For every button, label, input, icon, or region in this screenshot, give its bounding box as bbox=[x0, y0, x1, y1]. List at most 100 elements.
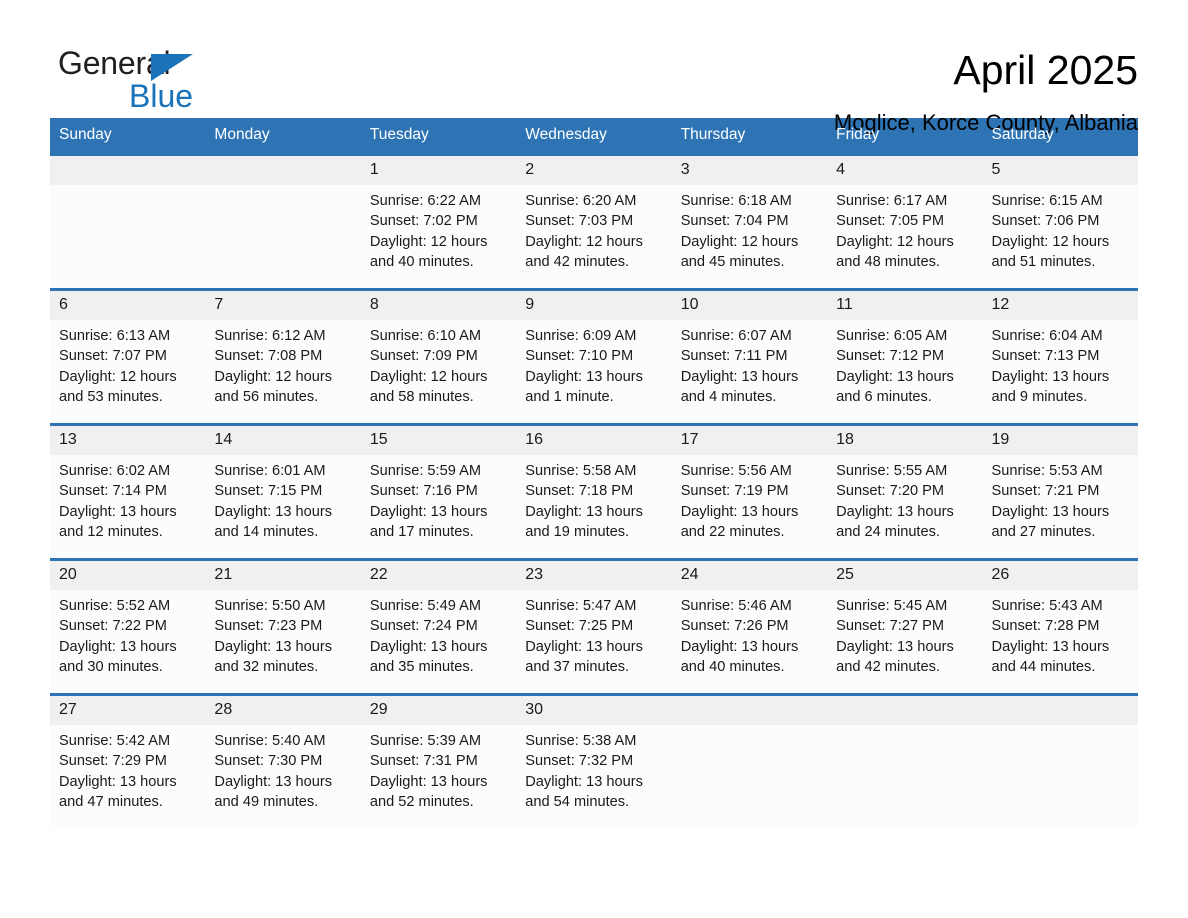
day-cell-inner bbox=[50, 156, 206, 288]
sunset-text: Sunset: 7:14 PM bbox=[59, 483, 167, 500]
calendar-body: 1 Sunrise: 6:22 AM Sunset: 7:02 PM Daylight… bbox=[50, 153, 1138, 830]
calendar-day-cell[interactable]: 2 Sunrise: 6:20 AM Sunset: 7:03 PM Daylight… bbox=[516, 153, 672, 290]
daylight-text: Daylight: 13 hours and 14 minutes. bbox=[214, 503, 333, 540]
calendar-day-cell[interactable]: 29 Sunrise: 5:39 AM Sunset: 7:31 PM Dayligh… bbox=[360, 693, 517, 830]
daylight-text: Daylight: 13 hours and 32 minutes. bbox=[214, 638, 333, 675]
sunset-text: Sunset: 7:25 PM bbox=[525, 618, 634, 635]
sunrise-text: Sunrise: 5:42 AM bbox=[59, 733, 171, 749]
calendar-day-cell[interactable]: 14 Sunrise: 6:01 AM Sunset: 7:15 PM Dayligh… bbox=[205, 423, 361, 560]
day-cell-inner: 4 Sunrise: 6:17 AM Sunset: 7:05 PM Daylight… bbox=[827, 156, 983, 288]
daylight-text: Daylight: 12 hours and 56 minutes. bbox=[214, 368, 333, 405]
day-cell-inner: 14 Sunrise: 6:01 AM Sunset: 7:15 PM Dayligh… bbox=[205, 426, 361, 558]
day-cell-inner: 12 Sunrise: 6:04 AM Sunset: 7:13 PM Dayligh… bbox=[982, 291, 1138, 423]
calendar-day-cell[interactable]: 24 Sunrise: 5:46 AM Sunset: 7:26 PM Dayligh… bbox=[671, 558, 828, 695]
day-number: 10 bbox=[671, 291, 828, 320]
calendar-day-cell[interactable]: 21 Sunrise: 5:50 AM Sunset: 7:23 PM Dayligh… bbox=[205, 558, 361, 695]
day-details: Sunrise: 5:50 AM Sunset: 7:23 PM Daylight:… bbox=[205, 590, 360, 677]
day-cell-inner bbox=[205, 156, 361, 288]
daylight-text: Daylight: 13 hours and 27 minutes. bbox=[991, 503, 1110, 540]
day-details: Sunrise: 6:02 AM Sunset: 7:14 PM Daylight:… bbox=[50, 455, 205, 542]
day-details: Sunrise: 5:58 AM Sunset: 7:18 PM Daylight:… bbox=[516, 455, 671, 542]
day-details: Sunrise: 5:45 AM Sunset: 7:27 PM Daylight:… bbox=[827, 590, 982, 677]
sunrise-text: Sunrise: 6:05 AM bbox=[836, 328, 948, 344]
calendar-page: General Blue April 2025 Moglice, Korce C… bbox=[0, 0, 1188, 918]
calendar-day-cell[interactable]: 3 Sunrise: 6:18 AM Sunset: 7:04 PM Daylight… bbox=[671, 153, 828, 290]
calendar-day-cell[interactable]: 5 Sunrise: 6:15 AM Sunset: 7:06 PM Daylight… bbox=[982, 153, 1138, 290]
day-cell-inner: 10 Sunrise: 6:07 AM Sunset: 7:11 PM Dayligh… bbox=[671, 291, 828, 423]
sunrise-text: Sunrise: 5:40 AM bbox=[214, 733, 326, 749]
day-cell-inner: 16 Sunrise: 5:58 AM Sunset: 7:18 PM Dayligh… bbox=[516, 426, 672, 558]
calendar-day-cell[interactable]: 18 Sunrise: 5:55 AM Sunset: 7:20 PM Dayligh… bbox=[827, 423, 983, 560]
day-number bbox=[671, 696, 828, 725]
calendar-day-cell[interactable]: 15 Sunrise: 5:59 AM Sunset: 7:16 PM Dayligh… bbox=[360, 423, 517, 560]
day-details: Sunrise: 6:15 AM Sunset: 7:06 PM Daylight:… bbox=[983, 185, 1138, 272]
sunrise-text: Sunrise: 5:39 AM bbox=[369, 733, 481, 749]
day-number: 15 bbox=[360, 426, 517, 455]
day-number: 16 bbox=[516, 426, 672, 455]
calendar-day-cell[interactable]: 19 Sunrise: 5:53 AM Sunset: 7:21 PM Dayligh… bbox=[982, 423, 1138, 560]
daylight-text: Daylight: 12 hours and 40 minutes. bbox=[369, 233, 488, 270]
daylight-text: Daylight: 13 hours and 54 minutes. bbox=[525, 773, 643, 810]
sunrise-text: Sunrise: 5:46 AM bbox=[680, 598, 792, 614]
calendar-day-cell[interactable]: 28 Sunrise: 5:40 AM Sunset: 7:30 PM Dayligh… bbox=[205, 693, 361, 830]
daylight-text: Daylight: 13 hours and 24 minutes. bbox=[836, 503, 954, 540]
sunrise-text: Sunrise: 6:10 AM bbox=[369, 328, 481, 344]
day-number: 6 bbox=[50, 291, 206, 320]
day-details: Sunrise: 6:18 AM Sunset: 7:04 PM Daylight:… bbox=[672, 185, 827, 272]
day-cell-inner: 28 Sunrise: 5:40 AM Sunset: 7:30 PM Dayligh… bbox=[205, 696, 361, 828]
sunset-text: Sunset: 7:15 PM bbox=[214, 483, 323, 500]
calendar-day-cell[interactable]: 1 Sunrise: 6:22 AM Sunset: 7:02 PM Daylight… bbox=[360, 153, 517, 290]
sunset-text: Sunset: 7:09 PM bbox=[369, 348, 478, 365]
calendar-day-cell[interactable]: 9 Sunrise: 6:09 AM Sunset: 7:10 PM Daylight… bbox=[516, 288, 672, 425]
calendar-day-cell[interactable]: 20 Sunrise: 5:52 AM Sunset: 7:22 PM Dayligh… bbox=[50, 558, 206, 695]
sunset-text: Sunset: 7:31 PM bbox=[369, 753, 478, 770]
daylight-text: Daylight: 13 hours and 4 minutes. bbox=[680, 368, 799, 405]
day-cell-inner: 13 Sunrise: 6:02 AM Sunset: 7:14 PM Dayligh… bbox=[50, 426, 206, 558]
sunset-text: Sunset: 7:10 PM bbox=[525, 348, 634, 365]
calendar-day-cell[interactable]: 26 Sunrise: 5:43 AM Sunset: 7:28 PM Dayligh… bbox=[982, 558, 1138, 695]
calendar-day-cell[interactable]: 11 Sunrise: 6:05 AM Sunset: 7:12 PM Dayligh… bbox=[827, 288, 983, 425]
calendar-day-cell[interactable]: 10 Sunrise: 6:07 AM Sunset: 7:11 PM Dayligh… bbox=[671, 288, 828, 425]
sunset-text: Sunset: 7:23 PM bbox=[214, 618, 323, 635]
day-details: Sunrise: 6:22 AM Sunset: 7:02 PM Daylight:… bbox=[361, 185, 516, 272]
sunrise-text: Sunrise: 5:53 AM bbox=[991, 463, 1103, 479]
calendar-day-cell[interactable]: 27 Sunrise: 5:42 AM Sunset: 7:29 PM Dayligh… bbox=[50, 693, 206, 830]
day-number: 12 bbox=[982, 291, 1138, 320]
day-cell-inner: 8 Sunrise: 6:10 AM Sunset: 7:09 PM Daylight… bbox=[360, 291, 517, 423]
day-number: 21 bbox=[205, 561, 361, 590]
day-cell-inner: 23 Sunrise: 5:47 AM Sunset: 7:25 PM Dayligh… bbox=[516, 561, 672, 693]
sunrise-text: Sunrise: 6:09 AM bbox=[525, 328, 637, 344]
sunset-text: Sunset: 7:02 PM bbox=[369, 213, 478, 230]
page-title: April 2025 bbox=[953, 47, 1138, 93]
calendar-day-cell[interactable]: 22 Sunrise: 5:49 AM Sunset: 7:24 PM Dayligh… bbox=[360, 558, 517, 695]
calendar-day-cell[interactable]: 30 Sunrise: 5:38 AM Sunset: 7:32 PM Dayligh… bbox=[516, 693, 672, 830]
calendar-day-cell[interactable]: 6 Sunrise: 6:13 AM Sunset: 7:07 PM Daylight… bbox=[50, 288, 206, 425]
calendar-day-cell-empty bbox=[50, 153, 206, 290]
calendar-day-cell[interactable]: 13 Sunrise: 6:02 AM Sunset: 7:14 PM Dayligh… bbox=[50, 423, 206, 560]
day-number: 2 bbox=[516, 156, 672, 185]
sunset-text: Sunset: 7:21 PM bbox=[991, 483, 1100, 500]
calendar-day-cell[interactable]: 17 Sunrise: 5:56 AM Sunset: 7:19 PM Dayligh… bbox=[671, 423, 828, 560]
sunrise-text: Sunrise: 5:52 AM bbox=[59, 598, 171, 614]
daylight-text: Daylight: 13 hours and 49 minutes. bbox=[214, 773, 333, 810]
day-details: Sunrise: 6:01 AM Sunset: 7:15 PM Daylight:… bbox=[205, 455, 360, 542]
calendar-day-cell[interactable]: 4 Sunrise: 6:17 AM Sunset: 7:05 PM Daylight… bbox=[827, 153, 983, 290]
day-number: 26 bbox=[982, 561, 1138, 590]
sunrise-text: Sunrise: 5:55 AM bbox=[836, 463, 948, 479]
calendar-day-cell[interactable]: 7 Sunrise: 6:12 AM Sunset: 7:08 PM Daylight… bbox=[205, 288, 361, 425]
calendar-week-row: 13 Sunrise: 6:02 AM Sunset: 7:14 PM Dayligh… bbox=[50, 423, 1138, 560]
sunset-text: Sunset: 7:03 PM bbox=[525, 213, 634, 230]
calendar-day-cell[interactable]: 23 Sunrise: 5:47 AM Sunset: 7:25 PM Dayligh… bbox=[516, 558, 672, 695]
day-cell-inner: 9 Sunrise: 6:09 AM Sunset: 7:10 PM Daylight… bbox=[516, 291, 672, 423]
calendar-day-cell[interactable]: 25 Sunrise: 5:45 AM Sunset: 7:27 PM Dayligh… bbox=[827, 558, 983, 695]
day-number: 11 bbox=[827, 291, 983, 320]
day-number: 7 bbox=[205, 291, 361, 320]
day-number: 28 bbox=[205, 696, 361, 725]
sunrise-text: Sunrise: 5:59 AM bbox=[369, 463, 481, 479]
day-details: Sunrise: 6:07 AM Sunset: 7:11 PM Daylight:… bbox=[672, 320, 827, 407]
calendar-day-cell[interactable]: 12 Sunrise: 6:04 AM Sunset: 7:13 PM Dayligh… bbox=[982, 288, 1138, 425]
calendar-day-cell[interactable]: 16 Sunrise: 5:58 AM Sunset: 7:18 PM Dayligh… bbox=[516, 423, 672, 560]
general-blue-logo[interactable]: General Blue bbox=[50, 44, 230, 114]
calendar-day-cell[interactable]: 8 Sunrise: 6:10 AM Sunset: 7:09 PM Daylight… bbox=[360, 288, 517, 425]
day-number: 9 bbox=[516, 291, 672, 320]
